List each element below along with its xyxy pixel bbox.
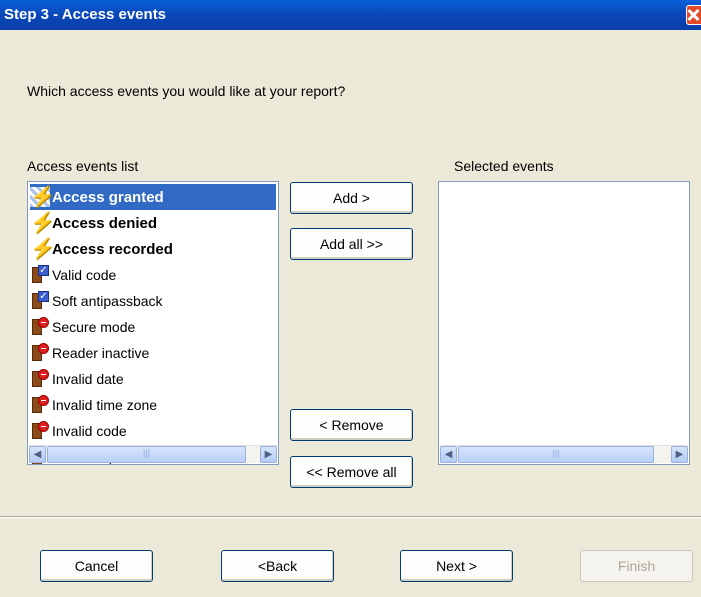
door-stop-icon: [30, 421, 50, 441]
list-item[interactable]: Invalid date: [30, 366, 276, 392]
access-events-list[interactable]: ⚡ Access granted ⚡ Access denied ⚡ Access rec…: [27, 181, 279, 465]
list-item-label: Valid code: [52, 267, 117, 283]
scroll-thumb[interactable]: [47, 446, 246, 463]
selected-events-list[interactable]: ◀ ▶: [438, 181, 690, 465]
finish-button: Finish: [580, 550, 693, 582]
bolt-icon: ⚡: [30, 238, 55, 260]
add-button[interactable]: Add >: [290, 182, 413, 214]
cancel-button[interactable]: Cancel: [40, 550, 153, 582]
door-check-icon: ✓: [30, 291, 50, 311]
list-item[interactable]: ⚡ Access granted: [30, 184, 276, 210]
door-stop-icon: [30, 343, 50, 363]
list-item[interactable]: Invalid time zone: [30, 392, 276, 418]
title-bar: Step 3 - Access events: [0, 0, 701, 30]
list-item-label: Access denied: [52, 214, 158, 232]
separator: [0, 516, 701, 517]
list-item[interactable]: Secure mode: [30, 314, 276, 340]
close-icon[interactable]: [686, 5, 701, 25]
list-item-label: Access granted: [52, 188, 164, 206]
list-item[interactable]: Reader inactive: [30, 340, 276, 366]
list-item[interactable]: ⚡ Access recorded: [30, 236, 276, 262]
door-stop-icon: [30, 369, 50, 389]
access-events-list-label: Access events list: [27, 158, 139, 174]
question-text: Which access events you would like at yo…: [27, 83, 346, 99]
scroll-right-icon[interactable]: ▶: [260, 446, 277, 463]
list-item[interactable]: ⚡ Access denied: [30, 210, 276, 236]
list-item-label: Access recorded: [52, 240, 173, 258]
scroll-left-icon[interactable]: ◀: [29, 446, 46, 463]
list-item-label: Invalid time zone: [52, 397, 158, 413]
horizontal-scrollbar[interactable]: ◀ ▶: [440, 445, 688, 463]
next-button[interactable]: Next >: [400, 550, 513, 582]
back-button[interactable]: <Back: [221, 550, 334, 582]
bolt-icon: ⚡: [30, 212, 55, 234]
scroll-left-icon[interactable]: ◀: [440, 446, 457, 463]
door-stop-icon: [30, 395, 50, 415]
door-check-icon: ✓: [30, 265, 50, 285]
list-item[interactable]: Invalid code: [30, 418, 276, 444]
horizontal-scrollbar[interactable]: ◀ ▶: [29, 445, 277, 463]
selected-events-label: Selected events: [454, 158, 554, 174]
remove-all-button[interactable]: << Remove all: [290, 456, 413, 488]
list-item-label: Secure mode: [52, 319, 136, 335]
scroll-right-icon[interactable]: ▶: [671, 446, 688, 463]
list-item-label: Soft antipassback: [52, 293, 163, 309]
remove-button[interactable]: < Remove: [290, 409, 413, 441]
scroll-thumb[interactable]: [458, 446, 654, 463]
list-item[interactable]: ✓ Valid code: [30, 262, 276, 288]
door-stop-icon: [30, 317, 50, 337]
window-title: Step 3 - Access events: [4, 6, 167, 23]
list-item-label: Invalid code: [52, 423, 127, 439]
list-item[interactable]: ✓ Soft antipassback: [30, 288, 276, 314]
bolt-icon: ⚡: [30, 186, 55, 208]
list-item-label: Reader inactive: [52, 345, 150, 361]
list-item-label: Invalid date: [52, 371, 124, 387]
add-all-button[interactable]: Add all >>: [290, 228, 413, 260]
